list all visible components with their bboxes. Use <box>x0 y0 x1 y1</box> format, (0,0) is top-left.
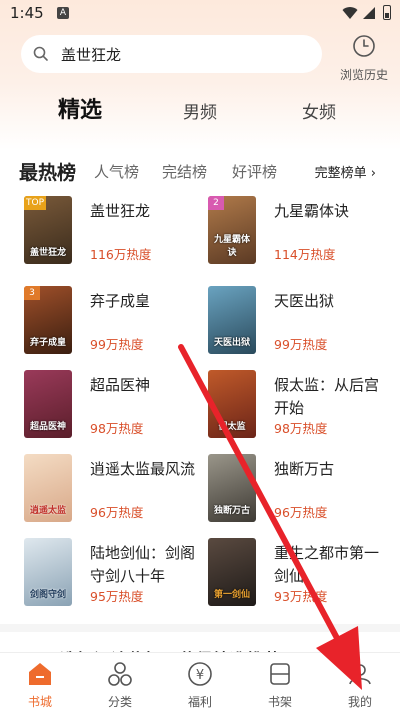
history-button[interactable]: 浏览历史 <box>334 34 394 83</box>
book-title[interactable]: 陆地剑仙：剑阁守剑八十年 <box>90 542 208 588</box>
book-title[interactable]: 天医出狱 <box>274 290 392 313</box>
book-title[interactable]: 重生之都市第一剑仙 <box>274 542 392 588</box>
nav-bookshelf[interactable]: 书架 <box>250 661 310 710</box>
book-title[interactable]: 弃子成皇 <box>90 290 208 313</box>
book-cover[interactable]: 天医出狱 <box>208 286 256 354</box>
cover-title: 假太监 <box>218 422 246 432</box>
cover-title: 独断万古 <box>213 506 250 516</box>
yen-icon: ¥ <box>188 662 212 686</box>
book-title[interactable]: 超品医神 <box>90 374 208 397</box>
book-heat: 96万热度 <box>274 505 328 520</box>
book-item[interactable]: 独断万古 独断万古 96万热度 <box>208 454 398 524</box>
book-cover[interactable]: 3 弃子成皇 <box>24 286 72 354</box>
nav-label: 书架 <box>267 695 292 709</box>
book-heat: 99万热度 <box>274 337 328 352</box>
book-cover[interactable]: 假太监 <box>208 370 256 438</box>
channel-tabs: 精选 男频 女频 <box>0 90 400 130</box>
tab-featured[interactable]: 精选 <box>58 92 102 124</box>
wifi-icon <box>342 7 358 20</box>
bookshelf-icon <box>270 663 290 685</box>
rank-tab-rated[interactable]: 好评榜 <box>232 161 277 182</box>
tab-male[interactable]: 男频 <box>183 98 217 123</box>
user-icon <box>349 664 371 685</box>
book-title[interactable]: 九星霸体诀 <box>274 200 392 223</box>
book-item[interactable]: 3 弃子成皇 弃子成皇 99万热度 <box>24 286 214 356</box>
history-label: 浏览历史 <box>339 68 388 82</box>
home-icon <box>29 663 51 685</box>
full-rank-link[interactable]: 完整榜单 › <box>315 162 376 181</box>
book-cover[interactable]: 超品医神 <box>24 370 72 438</box>
book-item[interactable]: 逍遥太监 逍遥太监最风流 96万热度 <box>24 454 214 524</box>
book-item[interactable]: 剑阁守剑 陆地剑仙：剑阁守剑八十年 95万热度 <box>24 538 214 608</box>
section-divider <box>0 624 400 632</box>
signal-icon <box>363 7 375 19</box>
book-item[interactable]: 第一剑仙 重生之都市第一剑仙 93万热度 <box>208 538 398 608</box>
book-title[interactable]: 盖世狂龙 <box>90 200 208 223</box>
nav-label: 分类 <box>107 695 132 709</box>
cover-title: 弃子成皇 <box>29 338 66 348</box>
status-bar: 1:45 A <box>0 0 400 28</box>
battery-icon <box>383 5 391 20</box>
rank-tab-hottest[interactable]: 最热榜 <box>19 158 76 185</box>
notification-icon: A <box>57 7 69 19</box>
book-title[interactable]: 假太监：从后宫开始 <box>274 374 392 420</box>
book-cover[interactable]: TOP 盖世狂龙 <box>24 196 72 264</box>
book-cover[interactable]: 2 九星霸体诀 <box>208 196 256 264</box>
rank-tab-finished[interactable]: 完结榜 <box>162 161 207 182</box>
cover-title: 盖世狂龙 <box>29 248 66 258</box>
book-heat: 114万热度 <box>274 247 336 262</box>
book-heat: 96万热度 <box>90 505 144 520</box>
tab-female[interactable]: 女频 <box>302 98 336 123</box>
nav-label: 书城 <box>27 695 52 709</box>
book-heat: 95万热度 <box>90 589 144 604</box>
cover-title: 九星霸体诀 <box>213 235 250 258</box>
status-time: 1:45 <box>10 4 44 22</box>
book-cover[interactable]: 独断万古 <box>208 454 256 522</box>
book-heat: 98万热度 <box>90 421 144 436</box>
nav-bookstore[interactable]: 书城 <box>10 661 70 710</box>
cover-title: 剑阁守剑 <box>29 590 66 600</box>
book-cover[interactable]: 逍遥太监 <box>24 454 72 522</box>
book-item[interactable]: 假太监 假太监：从后宫开始 98万热度 <box>208 370 398 440</box>
cover-title: 逍遥太监 <box>29 506 66 516</box>
nav-welfare[interactable]: ¥ 福利 <box>170 661 230 710</box>
book-item[interactable]: 超品医神 超品医神 98万热度 <box>24 370 214 440</box>
nav-mine[interactable]: 我的 <box>330 661 390 710</box>
book-title[interactable]: 逍遥太监最风流 <box>90 458 208 481</box>
nav-label: 我的 <box>347 695 372 709</box>
clock-icon <box>353 35 375 57</box>
book-heat: 93万热度 <box>274 589 328 604</box>
search-query: 盖世狂龙 <box>61 46 122 64</box>
search-input[interactable]: 盖世狂龙 <box>21 35 322 73</box>
search-icon <box>33 46 48 61</box>
book-title[interactable]: 独断万古 <box>274 458 392 481</box>
book-heat: 98万热度 <box>274 421 328 436</box>
bottom-nav: 书城 分类 ¥ 福利 书架 我的 <box>0 652 400 713</box>
book-item[interactable]: 天医出狱 天医出狱 99万热度 <box>208 286 398 356</box>
cover-title: 天医出狱 <box>213 338 250 348</box>
book-cover[interactable]: 剑阁守剑 <box>24 538 72 606</box>
book-cover[interactable]: 第一剑仙 <box>208 538 256 606</box>
rank-badge: TOP <box>24 196 47 210</box>
svg-text:¥: ¥ <box>196 668 204 683</box>
book-heat: 116万热度 <box>90 247 152 262</box>
nav-category[interactable]: 分类 <box>90 661 150 710</box>
category-icon <box>108 662 132 686</box>
rank-tab-popular[interactable]: 人气榜 <box>94 161 139 182</box>
book-item[interactable]: 2 九星霸体诀 九星霸体诀 114万热度 <box>208 196 398 266</box>
cover-title: 第一剑仙 <box>213 590 250 600</box>
book-heat: 99万热度 <box>90 337 144 352</box>
rank-badge: 3 <box>24 286 40 300</box>
nav-label: 福利 <box>187 695 212 709</box>
cover-title: 超品医神 <box>29 422 66 432</box>
rank-tabs: 最热榜 人气榜 完结榜 好评榜 完整榜单 › <box>0 158 400 186</box>
rank-badge: 2 <box>208 196 224 210</box>
book-item[interactable]: TOP 盖世狂龙 盖世狂龙 116万热度 <box>24 196 214 266</box>
